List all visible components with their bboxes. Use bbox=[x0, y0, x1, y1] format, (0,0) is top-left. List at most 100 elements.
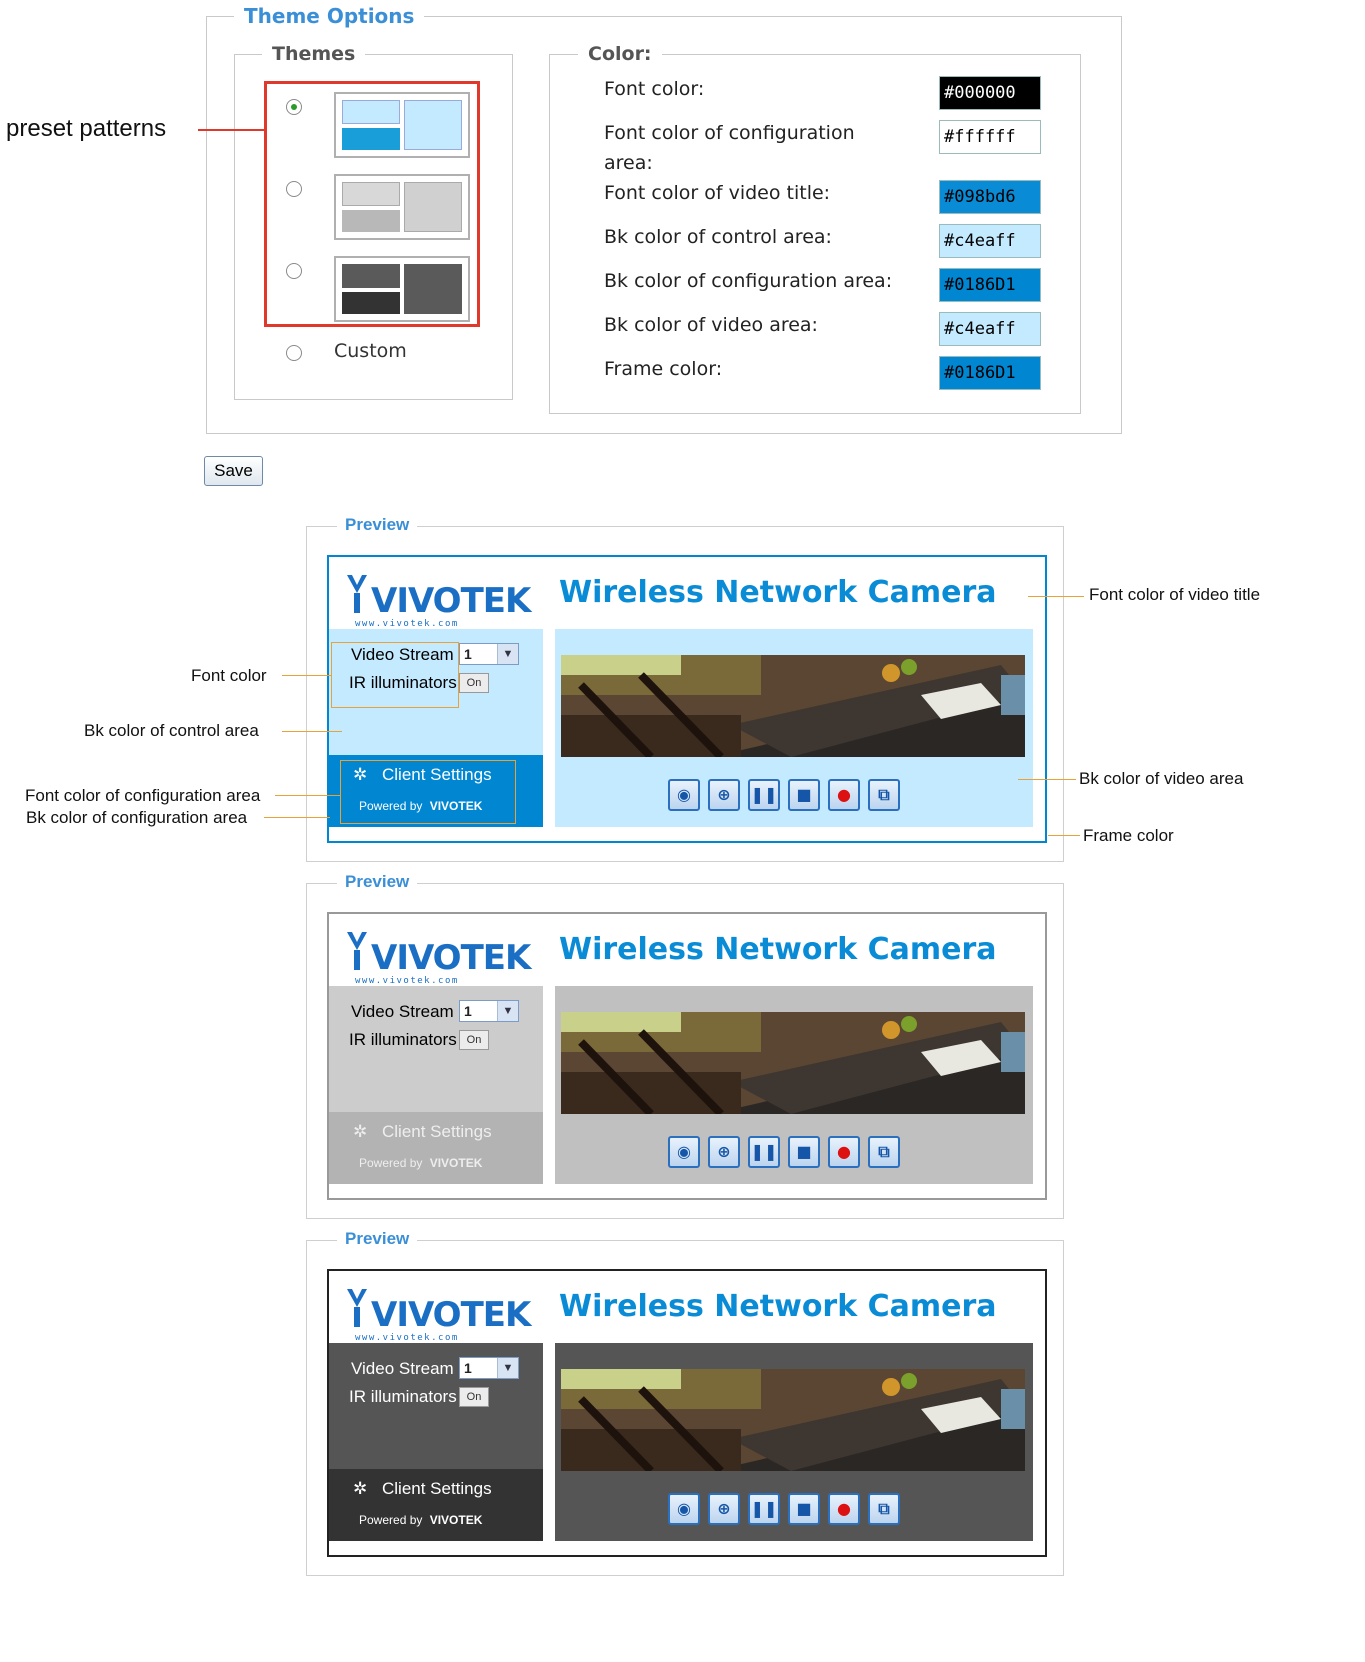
save-button[interactable]: Save bbox=[204, 456, 263, 486]
record-icon: ● bbox=[837, 1499, 851, 1518]
annot-font-color-config-area: Font color of configuration area bbox=[25, 786, 261, 805]
logo-url: www.vivotek.com bbox=[355, 619, 459, 629]
snapshot-icon: ◉ bbox=[677, 1142, 691, 1161]
stop-button[interactable]: ■ bbox=[788, 1136, 820, 1168]
video-frame-image bbox=[561, 655, 1025, 757]
zoom-icon: ⊕ bbox=[717, 785, 731, 804]
gear-icon: ✲ bbox=[353, 1122, 368, 1141]
frame-color-input[interactable]: #0186D1 bbox=[939, 356, 1041, 390]
stop-icon: ■ bbox=[796, 785, 812, 804]
powered-by-label: Powered by bbox=[359, 1513, 423, 1527]
configuration-area: ✲ Client Settings Powered by VIVOTEK bbox=[329, 1469, 543, 1541]
leader-bk-video-area bbox=[1018, 779, 1076, 780]
pause-button[interactable]: ❚❚ bbox=[748, 779, 780, 811]
stop-button[interactable]: ■ bbox=[788, 779, 820, 811]
fullscreen-button[interactable]: ⧉ bbox=[868, 1493, 900, 1525]
themes-title: Themes bbox=[262, 43, 366, 65]
video-title: Wireless Network Camera bbox=[559, 932, 997, 967]
video-stream-select[interactable]: 1 ▼ bbox=[459, 1357, 519, 1379]
annot-frame-color: Frame color bbox=[1083, 826, 1174, 845]
theme-options-title: Theme Options bbox=[234, 4, 425, 28]
client-settings-link[interactable]: ✲ Client Settings bbox=[353, 1122, 492, 1142]
vivotek-logo-mark-icon bbox=[347, 1289, 367, 1327]
stop-button[interactable]: ■ bbox=[788, 1493, 820, 1525]
record-button[interactable]: ● bbox=[828, 1136, 860, 1168]
theme-radio-2[interactable] bbox=[286, 181, 302, 197]
snapshot-button[interactable]: ◉ bbox=[668, 1136, 700, 1168]
video-title: Wireless Network Camera bbox=[559, 575, 997, 610]
chevron-down-icon: ▼ bbox=[497, 644, 518, 664]
pause-button[interactable]: ❚❚ bbox=[748, 1136, 780, 1168]
powered-by-brand: VIVOTEK bbox=[429, 1156, 483, 1170]
theme-thumb-3[interactable] bbox=[334, 256, 470, 322]
record-button[interactable]: ● bbox=[828, 1493, 860, 1525]
annot-bk-config-area: Bk color of configuration area bbox=[26, 808, 248, 827]
powered-by-brand: VIVOTEK bbox=[429, 1513, 483, 1527]
font-color-input[interactable]: #000000 bbox=[939, 76, 1041, 110]
font-color-config-area-label: Font color of configuration area: bbox=[604, 122, 855, 174]
custom-label: Custom bbox=[334, 340, 407, 362]
theme-thumb-1[interactable] bbox=[334, 92, 470, 158]
fullscreen-button[interactable]: ⧉ bbox=[868, 779, 900, 811]
bk-color-control-area-label: Bk color of control area: bbox=[604, 226, 832, 248]
snapshot-icon: ◉ bbox=[677, 1499, 691, 1518]
snapshot-button[interactable]: ◉ bbox=[668, 1493, 700, 1525]
snapshot-button[interactable]: ◉ bbox=[668, 779, 700, 811]
vivotek-logo: VIVOTEK www.vivotek.com bbox=[345, 567, 531, 633]
chevron-down-icon: ▼ bbox=[497, 1358, 518, 1378]
preview-panel-2: Preview VIVOTEK www.vivotek.com Wireless… bbox=[306, 872, 1064, 1219]
theme-thumb-2[interactable] bbox=[334, 174, 470, 240]
video-stream-label: Video Stream bbox=[351, 1359, 454, 1378]
client-settings-label: Client Settings bbox=[381, 1479, 492, 1498]
logo-wordmark: VIVOTEK bbox=[371, 581, 531, 621]
bk-color-video-area-input[interactable]: #c4eaff bbox=[939, 312, 1041, 346]
font-color-label: Font color: bbox=[604, 78, 705, 100]
zoom-button[interactable]: ⊕ bbox=[708, 1136, 740, 1168]
video-stream-select[interactable]: 1 ▼ bbox=[459, 643, 519, 665]
logo-url: www.vivotek.com bbox=[355, 976, 459, 986]
font-color-video-title-input[interactable]: #098bd6 bbox=[939, 180, 1041, 214]
stop-icon: ■ bbox=[796, 1499, 812, 1518]
video-stream-value: 1 bbox=[464, 1003, 472, 1019]
vivotek-logo: VIVOTEK www.vivotek.com bbox=[345, 1281, 531, 1347]
ir-on-button[interactable]: On bbox=[459, 673, 489, 693]
record-button[interactable]: ● bbox=[828, 779, 860, 811]
zoom-button[interactable]: ⊕ bbox=[708, 1493, 740, 1525]
config-area-highlight-box bbox=[340, 760, 516, 824]
color-rows: Font color: #000000 Font color of config… bbox=[549, 54, 1079, 412]
video-area: ◉ ⊕ ❚❚ ■ ● ⧉ bbox=[555, 986, 1033, 1184]
chevron-down-icon: ▼ bbox=[497, 1001, 518, 1021]
video-frame-image bbox=[561, 1012, 1025, 1114]
logo-wordmark: VIVOTEK bbox=[371, 1295, 531, 1335]
pause-icon: ❚❚ bbox=[750, 1142, 778, 1161]
zoom-button[interactable]: ⊕ bbox=[708, 779, 740, 811]
bk-color-config-area-input[interactable]: #0186D1 bbox=[939, 268, 1041, 302]
control-area: Video Stream 1 ▼ IR illuminators On bbox=[329, 986, 543, 1112]
annot-bk-control-area: Bk color of control area bbox=[84, 721, 259, 740]
annot-font-color-video-title: Font color of video title bbox=[1089, 585, 1261, 604]
ir-on-button[interactable]: On bbox=[459, 1030, 489, 1050]
theme-radio-custom[interactable] bbox=[286, 345, 302, 361]
ir-illuminators-label: IR illuminators bbox=[349, 1030, 457, 1049]
leader-font-color bbox=[282, 675, 332, 676]
fullscreen-icon: ⧉ bbox=[878, 1142, 890, 1161]
snapshot-icon: ◉ bbox=[677, 785, 691, 804]
font-color-video-title-label: Font color of video title: bbox=[604, 182, 831, 204]
preview-frame: VIVOTEK www.vivotek.com Wireless Network… bbox=[327, 1269, 1047, 1557]
leader-bk-control-area bbox=[282, 731, 342, 732]
frame-color-label: Frame color: bbox=[604, 358, 723, 380]
bk-color-control-area-input[interactable]: #c4eaff bbox=[939, 224, 1041, 258]
pause-icon: ❚❚ bbox=[750, 785, 778, 804]
theme-radio-3[interactable] bbox=[286, 263, 302, 279]
theme-radio-1[interactable] bbox=[286, 99, 302, 115]
font-color-config-area-input[interactable]: #ffffff bbox=[939, 120, 1041, 154]
ir-on-button[interactable]: On bbox=[459, 1387, 489, 1407]
video-stream-select[interactable]: 1 ▼ bbox=[459, 1000, 519, 1022]
client-settings-link[interactable]: ✲ Client Settings bbox=[353, 1479, 492, 1499]
pause-button[interactable]: ❚❚ bbox=[748, 1493, 780, 1525]
fullscreen-icon: ⧉ bbox=[878, 785, 890, 804]
fullscreen-button[interactable]: ⧉ bbox=[868, 1136, 900, 1168]
powered-by: Powered by VIVOTEK bbox=[359, 1513, 482, 1527]
logo-wordmark: VIVOTEK bbox=[371, 938, 531, 978]
video-stream-label: Video Stream bbox=[351, 1002, 454, 1021]
